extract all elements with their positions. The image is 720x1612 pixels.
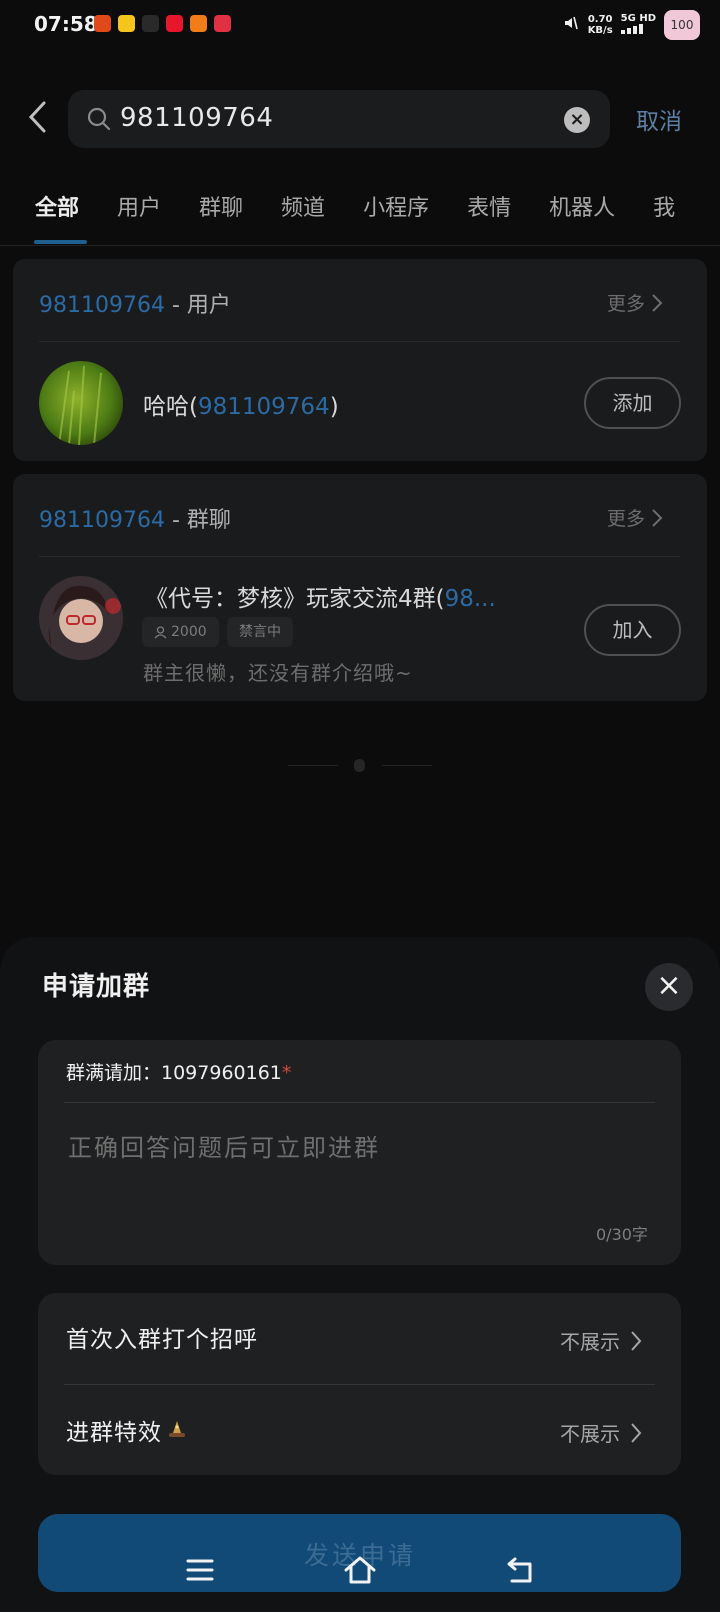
system-nav-bar	[0, 1545, 720, 1605]
question-text: 群满请加：1097960161	[66, 1062, 282, 1084]
user-result-name[interactable]: 哈哈(981109764)	[143, 387, 339, 421]
member-count: 2000	[171, 624, 207, 640]
loading-line-right	[382, 765, 432, 766]
join-group-button[interactable]: 加入	[584, 604, 681, 656]
clear-icon[interactable]: ×	[564, 107, 590, 133]
join-request-sheet	[0, 937, 720, 1612]
user-section-suffix: - 用户	[164, 293, 231, 318]
chevron-right-icon	[652, 293, 663, 312]
group-more-label: 更多	[607, 508, 646, 530]
app-icon-2	[118, 15, 135, 32]
loading-dot	[354, 759, 365, 772]
char-counter: 0/30字	[596, 1225, 648, 1244]
menu-icon[interactable]	[186, 1558, 214, 1582]
close-button[interactable]: ×	[645, 963, 693, 1011]
effect-row[interactable]: 进群特效	[66, 1413, 188, 1447]
app-icon-6	[214, 15, 231, 32]
person-icon	[154, 625, 167, 638]
chevron-right-icon	[652, 508, 663, 527]
user-section-keyword: 981109764	[39, 293, 165, 318]
status-right: 0.70 KB/s 5G HD 100	[562, 10, 700, 40]
group-avatar[interactable]	[39, 576, 123, 660]
tab-users[interactable]: 用户	[117, 190, 161, 222]
tab-mini-programs[interactable]: 小程序	[363, 190, 429, 222]
user-section-title: 981109764 - 用户	[39, 287, 231, 319]
net-type: 5G HD	[620, 13, 656, 24]
hat-icon	[169, 1421, 185, 1437]
home-icon[interactable]	[343, 1555, 377, 1585]
weibo-icon	[166, 15, 183, 32]
net-speed-value: 0.70	[587, 14, 613, 25]
app-icon-3	[142, 15, 159, 32]
signal-bars-icon	[620, 24, 643, 34]
user-more-label: 更多	[607, 293, 646, 315]
back-icon[interactable]	[26, 100, 48, 134]
network-speed: 0.70 KB/s	[588, 14, 613, 36]
group-id: 98...	[444, 586, 496, 612]
status-time: 07:58	[34, 12, 98, 36]
greeting-row[interactable]: 首次入群打个招呼	[66, 1320, 258, 1354]
back-nav-icon[interactable]	[506, 1556, 536, 1584]
tab-bots[interactable]: 机器人	[549, 190, 615, 222]
group-section-title: 981109764 - 群聊	[39, 502, 231, 534]
group-section-suffix: - 群聊	[164, 508, 231, 533]
status-app-icons	[94, 15, 231, 32]
group-section-divider	[39, 556, 680, 557]
add-friend-button[interactable]: 添加	[584, 377, 681, 429]
greeting-value[interactable]: 不展示	[560, 1326, 642, 1355]
question-divider	[64, 1102, 655, 1103]
answer-input[interactable]: 正确回答问题后可立即进群	[68, 1128, 380, 1163]
group-result-name[interactable]: 《代号：梦核》玩家交流4群(98...	[145, 579, 496, 613]
user-section-divider	[39, 341, 680, 342]
signal-indicator: 5G HD	[620, 13, 656, 37]
user-more-link[interactable]: 更多	[607, 289, 663, 316]
user-close-paren: )	[329, 394, 339, 420]
options-divider	[64, 1384, 655, 1385]
search-query: 981109764	[120, 103, 274, 133]
tab-stickers[interactable]: 表情	[467, 190, 511, 222]
group-description: 群主很懒，还没有群介绍哦~	[143, 661, 413, 685]
effect-value[interactable]: 不展示	[560, 1418, 642, 1447]
active-tab-indicator	[34, 240, 87, 244]
tab-more[interactable]: 我	[653, 190, 675, 222]
cancel-button[interactable]: 取消	[636, 102, 682, 136]
question-label: 群满请加：1097960161*	[66, 1058, 291, 1085]
group-section-keyword: 981109764	[39, 508, 165, 533]
tab-groups[interactable]: 群聊	[199, 190, 243, 222]
member-count-tag: 2000	[142, 617, 219, 647]
avatar[interactable]	[39, 361, 123, 445]
search-icon	[87, 107, 111, 131]
app-icon-5	[190, 15, 207, 32]
group-more-link[interactable]: 更多	[607, 504, 663, 531]
mute-tag: 禁言中	[227, 617, 293, 647]
sheet-title: 申请加群	[42, 972, 151, 1002]
required-mark: *	[281, 1062, 292, 1084]
greeting-value-text: 不展示	[560, 1330, 620, 1354]
user-id: 981109764	[197, 394, 330, 420]
tab-channels[interactable]: 频道	[281, 190, 325, 222]
app-icon-1	[94, 15, 111, 32]
tab-all[interactable]: 全部	[35, 190, 79, 222]
mute-icon	[562, 14, 580, 36]
chevron-right-icon	[631, 1422, 642, 1443]
loading-line-left	[288, 765, 338, 766]
net-speed-unit: KB/s	[587, 25, 613, 36]
group-name: 《代号：梦核》玩家交流4群(	[145, 586, 445, 612]
effect-label: 进群特效	[66, 1420, 162, 1446]
tabs-divider	[0, 245, 720, 246]
user-name: 哈哈(	[143, 394, 198, 420]
result-tabs: 全部 用户 群聊 频道 小程序 表情 机器人 我	[35, 190, 713, 222]
effect-value-text: 不展示	[560, 1422, 620, 1446]
chevron-right-icon	[631, 1330, 642, 1351]
battery-indicator: 100	[664, 10, 700, 40]
